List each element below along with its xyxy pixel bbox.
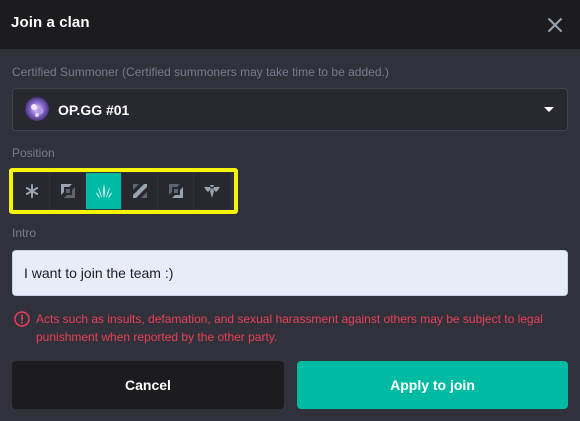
position-selector xyxy=(14,173,230,209)
intro-textarea[interactable]: I want to join the team :) xyxy=(12,250,568,296)
position-jungle[interactable] xyxy=(86,173,122,209)
summoner-select[interactable]: OP.GG #01 xyxy=(12,88,568,131)
summoner-avatar xyxy=(25,97,49,121)
position-mid[interactable] xyxy=(122,173,158,209)
selected-summoner: OP.GG #01 xyxy=(58,102,130,118)
warning-message: Acts such as insults, defamation, and se… xyxy=(36,312,543,344)
position-label: Position xyxy=(12,146,55,160)
position-top[interactable] xyxy=(50,173,86,209)
apply-to-join-button[interactable]: Apply to join xyxy=(297,361,568,409)
warning-icon xyxy=(14,311,30,327)
support-icon xyxy=(204,185,220,198)
jungle-icon xyxy=(95,184,112,198)
close-icon[interactable] xyxy=(545,15,565,35)
position-all[interactable] xyxy=(14,173,50,209)
caret-down-icon xyxy=(544,107,554,112)
position-support[interactable] xyxy=(194,173,230,209)
bottom-lane-icon xyxy=(168,184,183,198)
dialog-title: Join a clan xyxy=(11,14,90,31)
summoner-label: Certified Summoner (Certified summoners … xyxy=(12,65,389,79)
top-lane-icon xyxy=(60,184,75,198)
all-positions-icon xyxy=(25,184,38,198)
mid-lane-icon xyxy=(132,184,147,198)
cancel-button[interactable]: Cancel xyxy=(12,361,284,409)
dialog-header: Join a clan xyxy=(0,0,580,49)
position-bottom[interactable] xyxy=(158,173,194,209)
intro-label: Intro xyxy=(12,226,37,240)
